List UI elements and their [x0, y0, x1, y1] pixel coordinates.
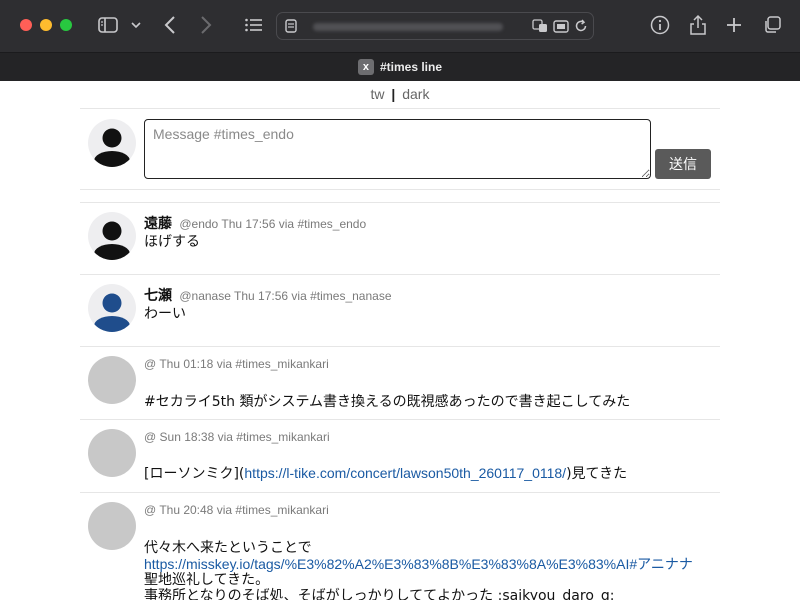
post-time: Thu 17:56: [234, 289, 289, 303]
theme-link-dark[interactable]: dark: [402, 86, 429, 102]
post-text: ほげする: [144, 234, 200, 250]
author-handle[interactable]: @: [144, 503, 156, 517]
author-handle[interactable]: @: [144, 430, 156, 444]
avatar[interactable]: [88, 356, 136, 404]
reload-icon[interactable]: [573, 14, 589, 38]
divider: [80, 108, 720, 109]
post-text-line: https://misskey.io/tags/%E3%82%A2%E3%83%…: [144, 556, 693, 573]
new-tab-icon[interactable]: [724, 13, 744, 37]
author-name[interactable]: 遠藤: [144, 216, 172, 232]
tab-bar: x #times line: [0, 52, 800, 81]
post-meta: 七瀬 @nanase Thu 17:56 via #times_nanase: [144, 285, 392, 305]
via-label: via: [216, 503, 233, 517]
post-text-line: 聖地巡礼してきた。: [144, 572, 270, 588]
post-item: @ Thu 01:18 via #times_mikankari #セカライ5t…: [80, 346, 720, 419]
avatar[interactable]: [88, 212, 136, 260]
author-handle[interactable]: @: [144, 357, 156, 371]
tab-windows-icon[interactable]: [761, 13, 783, 37]
close-window-button[interactable]: [20, 19, 32, 31]
post-meta: @ Sun 18:38 via #times_mikankari: [144, 430, 330, 444]
page-settings-icon[interactable]: [283, 14, 299, 38]
via-label: via: [217, 430, 233, 444]
channel-link[interactable]: #times_mikankari: [235, 503, 328, 517]
zoom-window-button[interactable]: [60, 19, 72, 31]
composer-avatar: [88, 119, 136, 167]
avatar[interactable]: [88, 284, 136, 332]
forward-icon[interactable]: [196, 13, 216, 37]
post-item: @ Thu 20:48 via #times_mikankari 代々木へ来たと…: [80, 492, 720, 600]
page-content: tw | dark 送信 遠藤 @endo Thu 17:56 via #tim…: [0, 81, 800, 600]
site-favicon: x: [357, 59, 374, 75]
active-tab[interactable]: x #times line: [0, 53, 800, 81]
address-bar[interactable]: [276, 12, 594, 40]
post-meta: @ Thu 01:18 via #times_mikankari: [144, 357, 329, 371]
reader-list-icon[interactable]: [243, 13, 265, 37]
post-time: Thu 01:18: [159, 357, 214, 371]
post-time: Sun 18:38: [159, 430, 215, 444]
post-item: 七瀬 @nanase Thu 17:56 via #times_nanase わ…: [80, 274, 720, 346]
avatar[interactable]: [88, 502, 136, 550]
back-icon[interactable]: [160, 13, 180, 37]
post-text-before: [ローソンミク](: [144, 466, 245, 482]
channel-link[interactable]: #times_mikankari: [236, 430, 329, 444]
post-link[interactable]: https://misskey.io/tags/%E3%82%A2%E3%83%…: [144, 556, 693, 572]
channel-link[interactable]: #times_mikankari: [235, 357, 328, 371]
post-text: [ローソンミク](https://l-tike.com/concert/laws…: [144, 465, 627, 482]
sidebar-toggle-icon[interactable]: [97, 13, 119, 37]
post-link[interactable]: https://l-tike.com/concert/lawson50th_26…: [244, 465, 566, 481]
browser-toolbar: x #times line: [0, 0, 800, 81]
minimize-window-button[interactable]: [40, 19, 52, 31]
post-item: @ Sun 18:38 via #times_mikankari [ローソンミク…: [80, 419, 720, 492]
post-meta: @ Thu 20:48 via #times_mikankari: [144, 503, 329, 517]
tab-title: #times line: [379, 60, 443, 74]
post-meta: 遠藤 @endo Thu 17:56 via #times_endo: [144, 213, 366, 233]
theme-separator: |: [391, 86, 396, 102]
post-time: Thu 20:48: [159, 503, 214, 517]
share-icon[interactable]: [687, 13, 709, 37]
author-name[interactable]: 七瀬: [144, 288, 172, 304]
post-text: わーい: [144, 306, 186, 322]
via-label: via: [278, 217, 295, 231]
translate-icon[interactable]: [531, 14, 549, 38]
post-text-line: 事務所となりのそば処、そばがしっかりしててよかった :saikyou_daro_…: [144, 588, 615, 600]
post-time: Thu 17:56: [221, 217, 276, 231]
via-label: via: [216, 357, 233, 371]
theme-switcher: tw | dark: [0, 86, 800, 102]
post-text: #セカライ5th 類がシステム書き換えるの既視感あったので書き起こしてみた: [144, 394, 631, 410]
channel-link[interactable]: #times_endo: [297, 217, 366, 231]
chevron-down-icon[interactable]: [129, 13, 143, 37]
divider: [80, 189, 720, 190]
via-label: via: [291, 289, 307, 303]
theme-link-tw[interactable]: tw: [371, 86, 385, 102]
info-icon[interactable]: [649, 13, 671, 37]
post-text-line: 代々木へ来たということで: [144, 540, 312, 556]
post-item: 遠藤 @endo Thu 17:56 via #times_endo ほげする: [80, 202, 720, 274]
author-handle[interactable]: @nanase: [179, 289, 231, 303]
post-text-after: )見てきた: [566, 466, 628, 482]
channel-link[interactable]: #times_nanase: [310, 289, 391, 303]
send-button[interactable]: 送信: [655, 149, 711, 179]
url-text-blurred: [313, 23, 503, 31]
tab-overview-icon[interactable]: [552, 14, 570, 38]
message-input[interactable]: [144, 119, 651, 179]
author-handle[interactable]: @endo: [179, 217, 218, 231]
avatar[interactable]: [88, 429, 136, 477]
